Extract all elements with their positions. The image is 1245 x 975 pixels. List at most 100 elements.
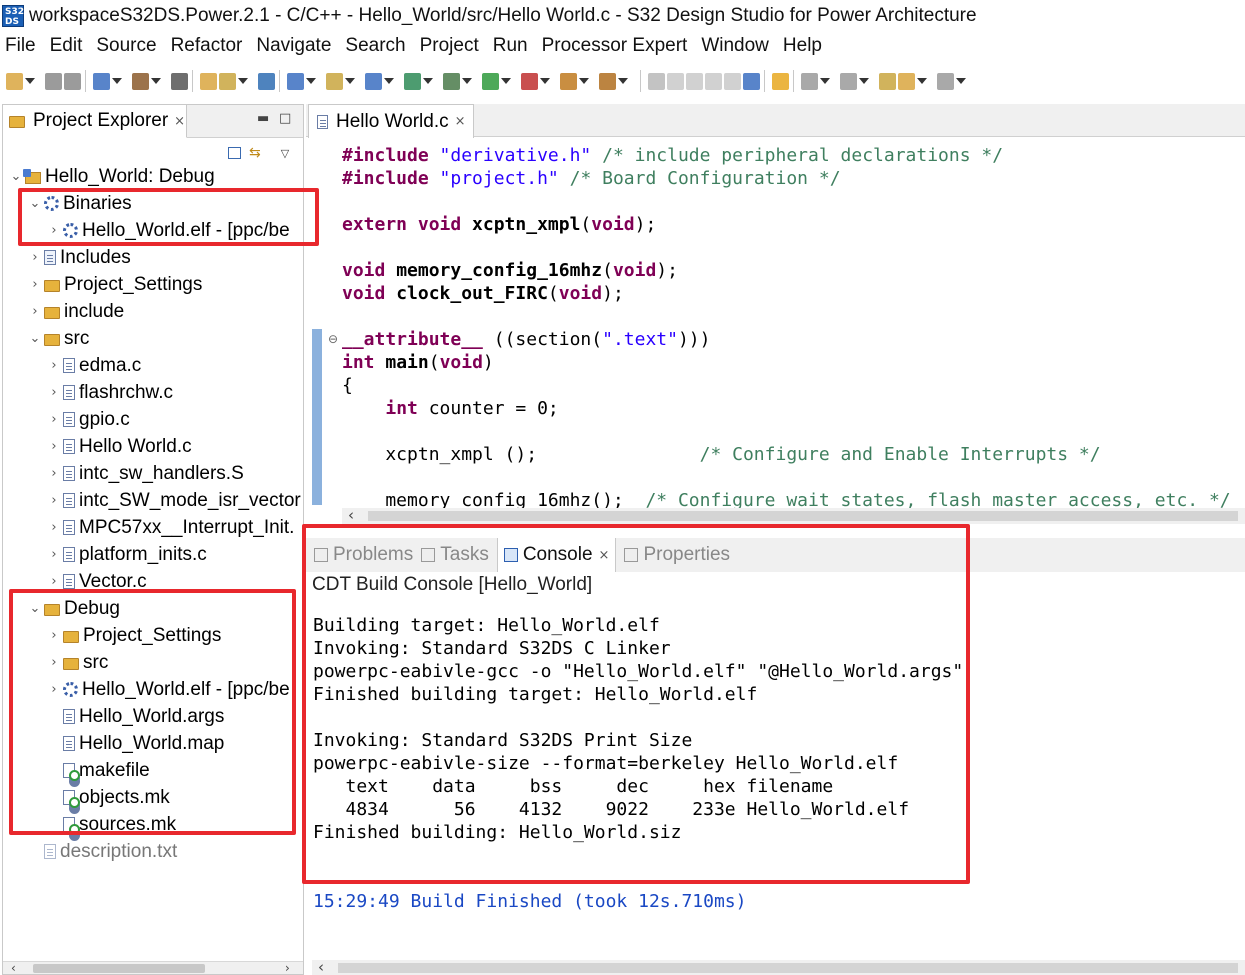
chevron-right-icon[interactable]: › (47, 547, 61, 562)
console-horizontal-scrollbar[interactable]: ‹ (312, 958, 1245, 975)
dropdown-arrow-icon[interactable] (579, 78, 589, 84)
view-menu-icon[interactable]: ▽ (281, 147, 289, 160)
explorer-horizontal-scrollbar[interactable]: ‹ › (3, 961, 303, 975)
scrollbar-thumb[interactable] (338, 963, 1238, 973)
next-annotation-icon[interactable] (801, 72, 818, 90)
breadcrumb-icon[interactable] (724, 72, 741, 90)
chevron-down-icon[interactable]: ⌄ (9, 169, 23, 184)
chevron-right-icon[interactable]: › (28, 277, 42, 292)
collapse-all-icon[interactable] (228, 147, 241, 159)
dropdown-arrow-icon[interactable] (956, 78, 966, 84)
editor-horizontal-scrollbar[interactable]: ‹ (342, 506, 1245, 524)
dropdown-arrow-icon[interactable] (151, 78, 161, 84)
menu-search[interactable]: Search (345, 35, 405, 57)
mark-occurrences-icon[interactable] (648, 72, 665, 90)
dropdown-arrow-icon[interactable] (112, 78, 122, 84)
scroll-left-icon[interactable]: ‹ (318, 958, 324, 975)
chevron-right-icon[interactable]: › (47, 493, 61, 508)
build-config-icon[interactable] (171, 72, 188, 90)
tree-item-mpc57xx-interrupt-init[interactable]: › MPC57xx__Interrupt_Init. (47, 514, 294, 541)
new-source-icon[interactable] (326, 72, 343, 90)
dropdown-arrow-icon[interactable] (25, 78, 35, 84)
menu-window[interactable]: Window (701, 35, 769, 57)
build-icon[interactable] (132, 72, 149, 90)
toggle-icon[interactable] (686, 72, 703, 90)
dropdown-arrow-icon[interactable] (423, 78, 433, 84)
block-icon[interactable] (705, 72, 722, 90)
save-all-icon[interactable] (64, 72, 81, 90)
dropdown-arrow-icon[interactable] (501, 78, 511, 84)
menu-refactor[interactable]: Refactor (171, 35, 243, 57)
scroll-left-icon[interactable]: ‹ (348, 506, 354, 524)
close-icon[interactable]: × (455, 114, 466, 129)
save-icon[interactable] (45, 72, 62, 90)
tab-tasks[interactable]: Tasks (421, 544, 489, 566)
tree-item-intc-sw-mode-isr-vector[interactable]: › intc_SW_mode_isr_vector (47, 487, 300, 514)
scrollbar-thumb[interactable] (368, 511, 1238, 521)
tree-item-hello-world-args[interactable]: Hello_World.args (47, 703, 224, 730)
chevron-down-icon[interactable]: ⌄ (28, 196, 42, 211)
chevron-right-icon[interactable]: › (47, 223, 61, 238)
last-edit-icon[interactable] (879, 72, 896, 90)
chevron-right-icon[interactable]: › (47, 655, 61, 670)
tree-item-sources-mk[interactable]: sources.mk (47, 811, 176, 838)
tree-item-hello-world-elf-ppc-be[interactable]: › Hello_World.elf - [ppc/be (47, 676, 289, 703)
code-editor[interactable]: #include "derivative.h" /* include perip… (342, 144, 1242, 509)
menu-source[interactable]: Source (96, 35, 156, 57)
tab-hello-world-c[interactable]: Hello World.c × (308, 104, 474, 138)
chevron-right-icon[interactable]: › (47, 358, 61, 373)
new-project-icon[interactable] (287, 72, 304, 90)
task-icon[interactable] (219, 72, 236, 90)
maximize-icon[interactable]: □ (279, 111, 291, 126)
link-with-editor-icon[interactable]: ⇆ (249, 145, 261, 161)
menu-run[interactable]: Run (493, 35, 528, 57)
scroll-right-icon[interactable]: › (285, 961, 290, 975)
tree-item-hello-world-map[interactable]: Hello_World.map (47, 730, 224, 757)
tree-item-project-settings[interactable]: › Project_Settings (28, 271, 202, 298)
tab-properties[interactable]: Properties (624, 544, 730, 566)
tree-item-includes[interactable]: › Includes (28, 244, 130, 271)
dropdown-arrow-icon[interactable] (238, 78, 248, 84)
dropdown-arrow-icon[interactable] (462, 78, 472, 84)
tree-item-hello-world-elf-ppc-be[interactable]: › Hello_World.elf - [ppc/be (47, 217, 289, 244)
tree-item-platform-inits-c[interactable]: › platform_inits.c (47, 541, 206, 568)
menu-navigate[interactable]: Navigate (256, 35, 331, 57)
fold-collapse-icon[interactable]: ⊖ (328, 332, 338, 346)
edit-icon[interactable] (667, 72, 684, 90)
tree-item-intc-sw-handlers-s[interactable]: › intc_sw_handlers.S (47, 460, 243, 487)
tab-project-explorer[interactable]: Project Explorer × (3, 105, 187, 138)
new-icon[interactable] (6, 72, 23, 90)
forward-icon[interactable] (937, 72, 954, 90)
tree-item-debug[interactable]: ⌄ Debug (28, 595, 120, 622)
tree-item-hello-world-c[interactable]: › Hello World.c (47, 433, 191, 460)
dropdown-arrow-icon[interactable] (345, 78, 355, 84)
tree-item-src[interactable]: ⌄ src (28, 325, 90, 352)
chevron-right-icon[interactable]: › (47, 574, 61, 589)
dropdown-arrow-icon[interactable] (618, 78, 628, 84)
dropdown-arrow-icon[interactable] (859, 78, 869, 84)
tree-item-objects-mk[interactable]: objects.mk (47, 784, 170, 811)
chevron-right-icon[interactable]: › (47, 628, 61, 643)
tree-item-flashrchw-c[interactable]: › flashrchw.c (47, 379, 173, 406)
chevron-right-icon[interactable]: › (28, 250, 42, 265)
minimize-icon[interactable]: ▬ (257, 111, 269, 126)
tab-console[interactable]: Console × (496, 538, 617, 572)
lightning-icon[interactable] (772, 72, 789, 90)
scroll-left-icon[interactable]: ‹ (11, 961, 16, 975)
chevron-down-icon[interactable]: ⌄ (28, 601, 42, 616)
tree-item-binaries[interactable]: ⌄ Binaries (28, 190, 132, 217)
settings-icon[interactable] (93, 72, 110, 90)
chevron-right-icon[interactable]: › (47, 466, 61, 481)
close-icon[interactable]: × (599, 548, 610, 563)
menu-processor-expert[interactable]: Processor Expert (542, 35, 688, 57)
open-folder-icon[interactable] (200, 72, 217, 90)
search-icon[interactable] (560, 72, 577, 90)
chevron-right-icon[interactable]: › (47, 385, 61, 400)
close-icon[interactable]: × (174, 114, 185, 129)
pin-icon[interactable] (743, 72, 760, 90)
debug-icon[interactable] (443, 72, 460, 90)
menu-file[interactable]: File (5, 35, 36, 57)
open-type-icon[interactable] (599, 72, 616, 90)
chevron-right-icon[interactable]: › (47, 520, 61, 535)
tree-item-vector-c[interactable]: › Vector.c (47, 568, 146, 595)
